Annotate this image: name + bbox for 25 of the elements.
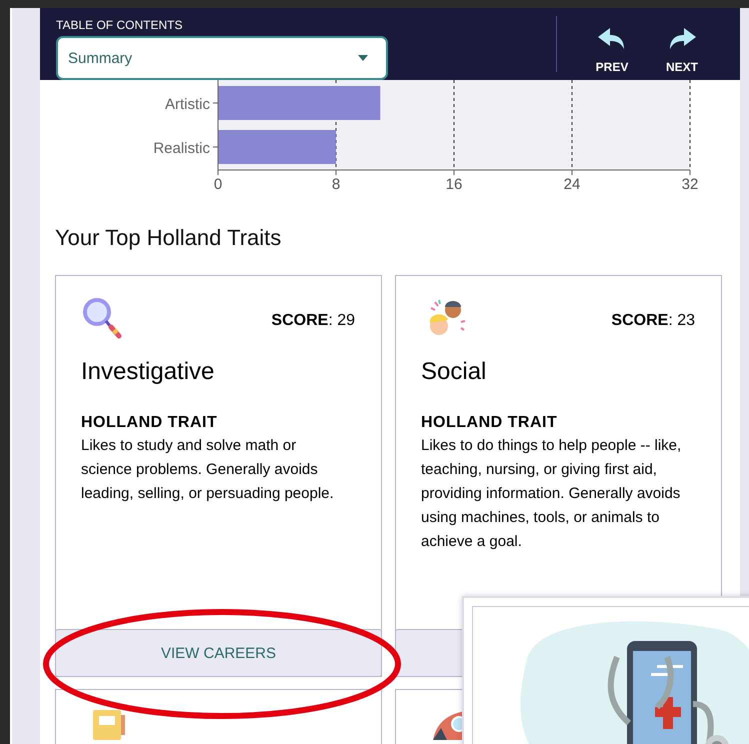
tick-label: 8 (332, 176, 340, 193)
trait-label: HOLLAND TRAIT (81, 414, 218, 432)
caret-icon (358, 55, 368, 61)
trait-label: HOLLAND TRAIT (421, 414, 558, 432)
toc-select[interactable]: Summary (56, 36, 388, 80)
category-label: Artistic (165, 96, 210, 113)
trait-title: Social (421, 358, 488, 386)
tick-label: 32 (682, 176, 698, 193)
score-text: SCORE: 23 (611, 312, 695, 330)
trait-description: Likes to study and solve math or science problems. Generally avoids leading, selling, or persuading people. (81, 436, 335, 504)
reply-arrow-icon (598, 28, 626, 50)
prev-button[interactable]: PREV (581, 8, 643, 80)
tick-label: 24 (564, 176, 580, 193)
score-text: SCORE: 29 (271, 312, 355, 330)
toc-label: TABLE OF CONTENTS (56, 18, 182, 32)
tick-label: 0 (214, 176, 222, 193)
view-careers-button[interactable]: VIEW CAREERS (55, 629, 382, 677)
notebook-icon (93, 710, 125, 740)
next-button[interactable]: NEXT (651, 8, 713, 80)
forward-arrow-icon (668, 28, 696, 50)
category-label: Realistic (153, 140, 210, 157)
tick-label: 16 (446, 176, 462, 193)
trait-title: Investigative (81, 358, 216, 386)
section-title: Your Top Holland Traits (55, 225, 282, 251)
trait-description: Likes to do things to help people -- like, teaching, nursing, or giving first aid, providing information. Generally avoids using machines, tools, or animals to achieve a goal. (421, 436, 682, 552)
